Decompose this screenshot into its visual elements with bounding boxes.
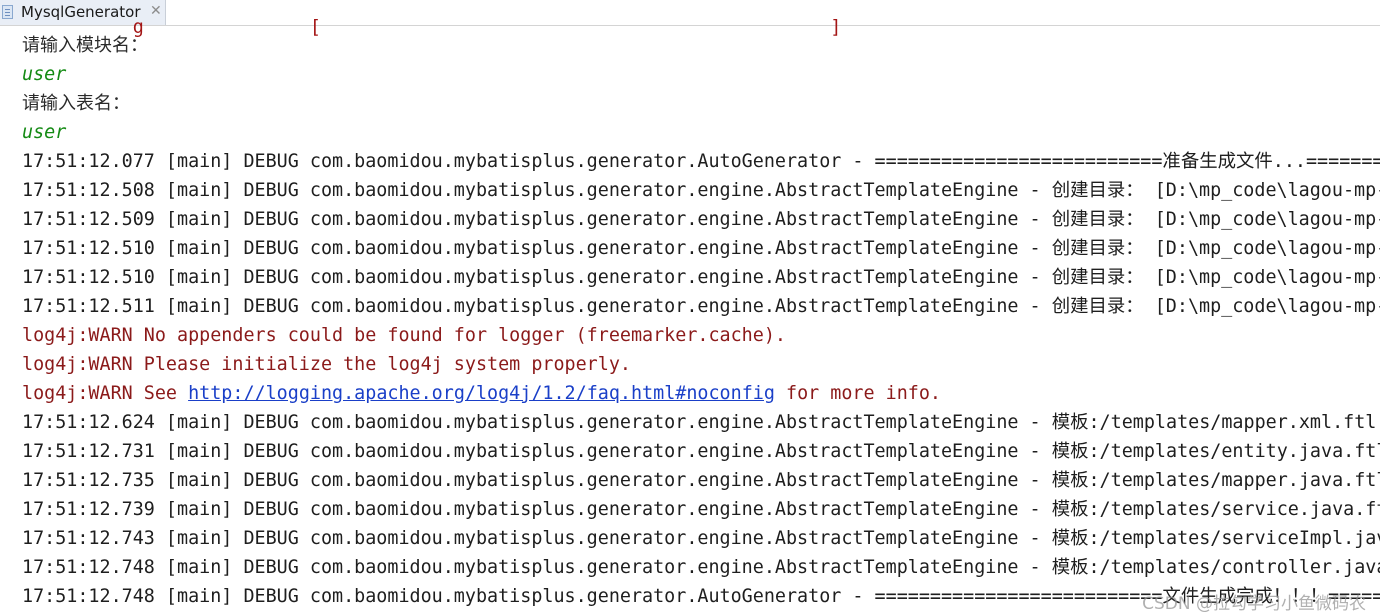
console-user-input: user (22, 122, 67, 143)
watermark: CSDN @拉勾学习小鱼微码农 (1142, 594, 1366, 614)
console-log-line: 17:51:12.511 [main] DEBUG com.baomidou.m… (22, 296, 1380, 317)
log4j-faq-link[interactable]: http://logging.apache.org/log4j/1.2/faq.… (188, 383, 775, 404)
console-line: log4j:WARN See http://logging.apache.org… (22, 379, 941, 408)
warn-prefix: log4j:WARN See (22, 383, 189, 404)
console-log-line: 17:51:12.743 [main] DEBUG com.baomidou.m… (22, 528, 1380, 549)
warn-suffix: for more info. (774, 383, 942, 404)
console-log-line: 17:51:12.624 [main] DEBUG com.baomidou.m… (22, 412, 1380, 433)
console-log-line: 17:51:12.731 [main] DEBUG com.baomidou.m… (22, 441, 1380, 462)
console-log-line: 17:51:12.748 [main] DEBUG com.baomidou.m… (22, 557, 1380, 578)
console-log-line: 17:51:12.077 [main] DEBUG com.baomidou.m… (22, 151, 1380, 172)
console-log-line: 17:51:12.510 [main] DEBUG com.baomidou.m… (22, 238, 1380, 259)
console-log-line: 17:51:12.735 [main] DEBUG com.baomidou.m… (22, 470, 1380, 491)
console-log-line: 17:51:12.508 [main] DEBUG com.baomidou.m… (22, 180, 1380, 201)
console-warning: log4j:WARN Please initialize the log4j s… (22, 354, 631, 375)
console-prompt: 请输入模块名： (22, 35, 148, 56)
console-prompt: 请输入表名： (22, 93, 130, 114)
console-log-line: 17:51:12.509 [main] DEBUG com.baomidou.m… (22, 209, 1380, 230)
console-warning: log4j:WARN No appenders could be found f… (22, 325, 786, 346)
console-log-line: 17:51:12.510 [main] DEBUG com.baomidou.m… (22, 267, 1380, 288)
console-user-input: user (22, 64, 67, 85)
console-log-line: 17:51:12.739 [main] DEBUG com.baomidou.m… (22, 499, 1380, 520)
console-output[interactable]: g [ ] 请输入模块名： user 请输入表名： user 17:51:12.077 … (22, 17, 1380, 607)
console-file-icon (2, 5, 13, 19)
